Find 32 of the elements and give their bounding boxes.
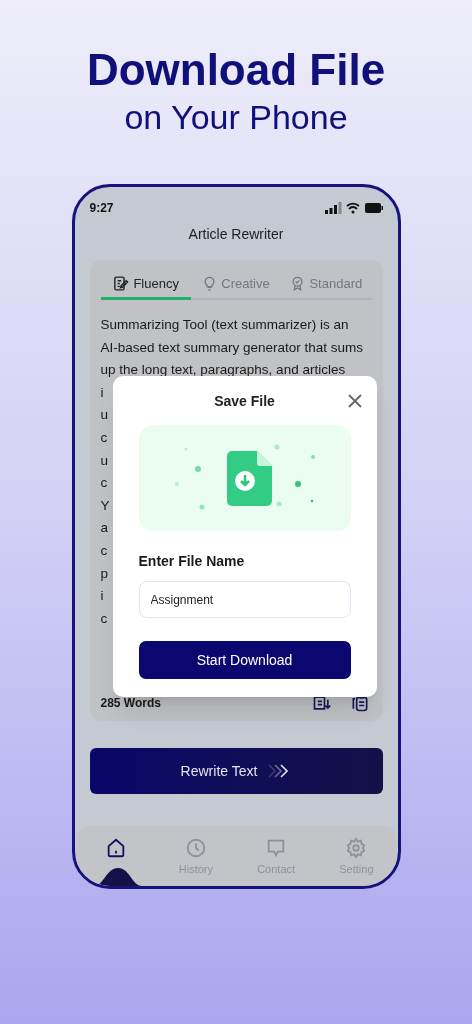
clock-icon	[184, 837, 207, 859]
dialog-title: Save File	[214, 391, 275, 411]
tab[interactable]: Fluency	[100, 270, 191, 300]
headline: Download File	[86, 44, 386, 96]
close-icon[interactable]	[346, 393, 363, 409]
text-line: p	[100, 564, 108, 583]
text-line: c	[100, 474, 108, 493]
rewrite-button[interactable]: Rewrite Text	[89, 748, 383, 794]
file-name-field[interactable]: Assignment	[138, 581, 351, 618]
text-line: u	[100, 406, 108, 425]
text-line: u	[100, 451, 108, 470]
text-line: AI-based text summary generator that sums	[100, 338, 364, 357]
text-line: Y	[100, 496, 110, 515]
status-icons	[324, 202, 383, 214]
start-download-button[interactable]: Start Download	[138, 641, 351, 679]
text-line: a	[100, 519, 108, 538]
text-line: i	[100, 587, 104, 606]
text-line: up the long text, paragraphs, and articles	[100, 361, 346, 380]
text-line: Summarizing Tool (text summarizer) is an	[100, 316, 349, 334]
word-count: 285 Words	[100, 695, 161, 712]
text-line: c	[100, 609, 108, 628]
status-time: 9:27	[89, 200, 114, 217]
field-label: Enter File Name	[138, 552, 246, 571]
tab[interactable]: Creative	[190, 270, 282, 300]
edit-icon	[112, 275, 130, 292]
settings-icon	[345, 837, 368, 859]
screen-title: Article Rewriter	[187, 225, 285, 244]
tab[interactable]: Standard	[281, 270, 372, 300]
subheadline: on Your Phone	[124, 97, 348, 138]
text-line: c	[100, 428, 108, 447]
text-line: i	[100, 383, 104, 402]
text-line: c	[100, 541, 108, 560]
